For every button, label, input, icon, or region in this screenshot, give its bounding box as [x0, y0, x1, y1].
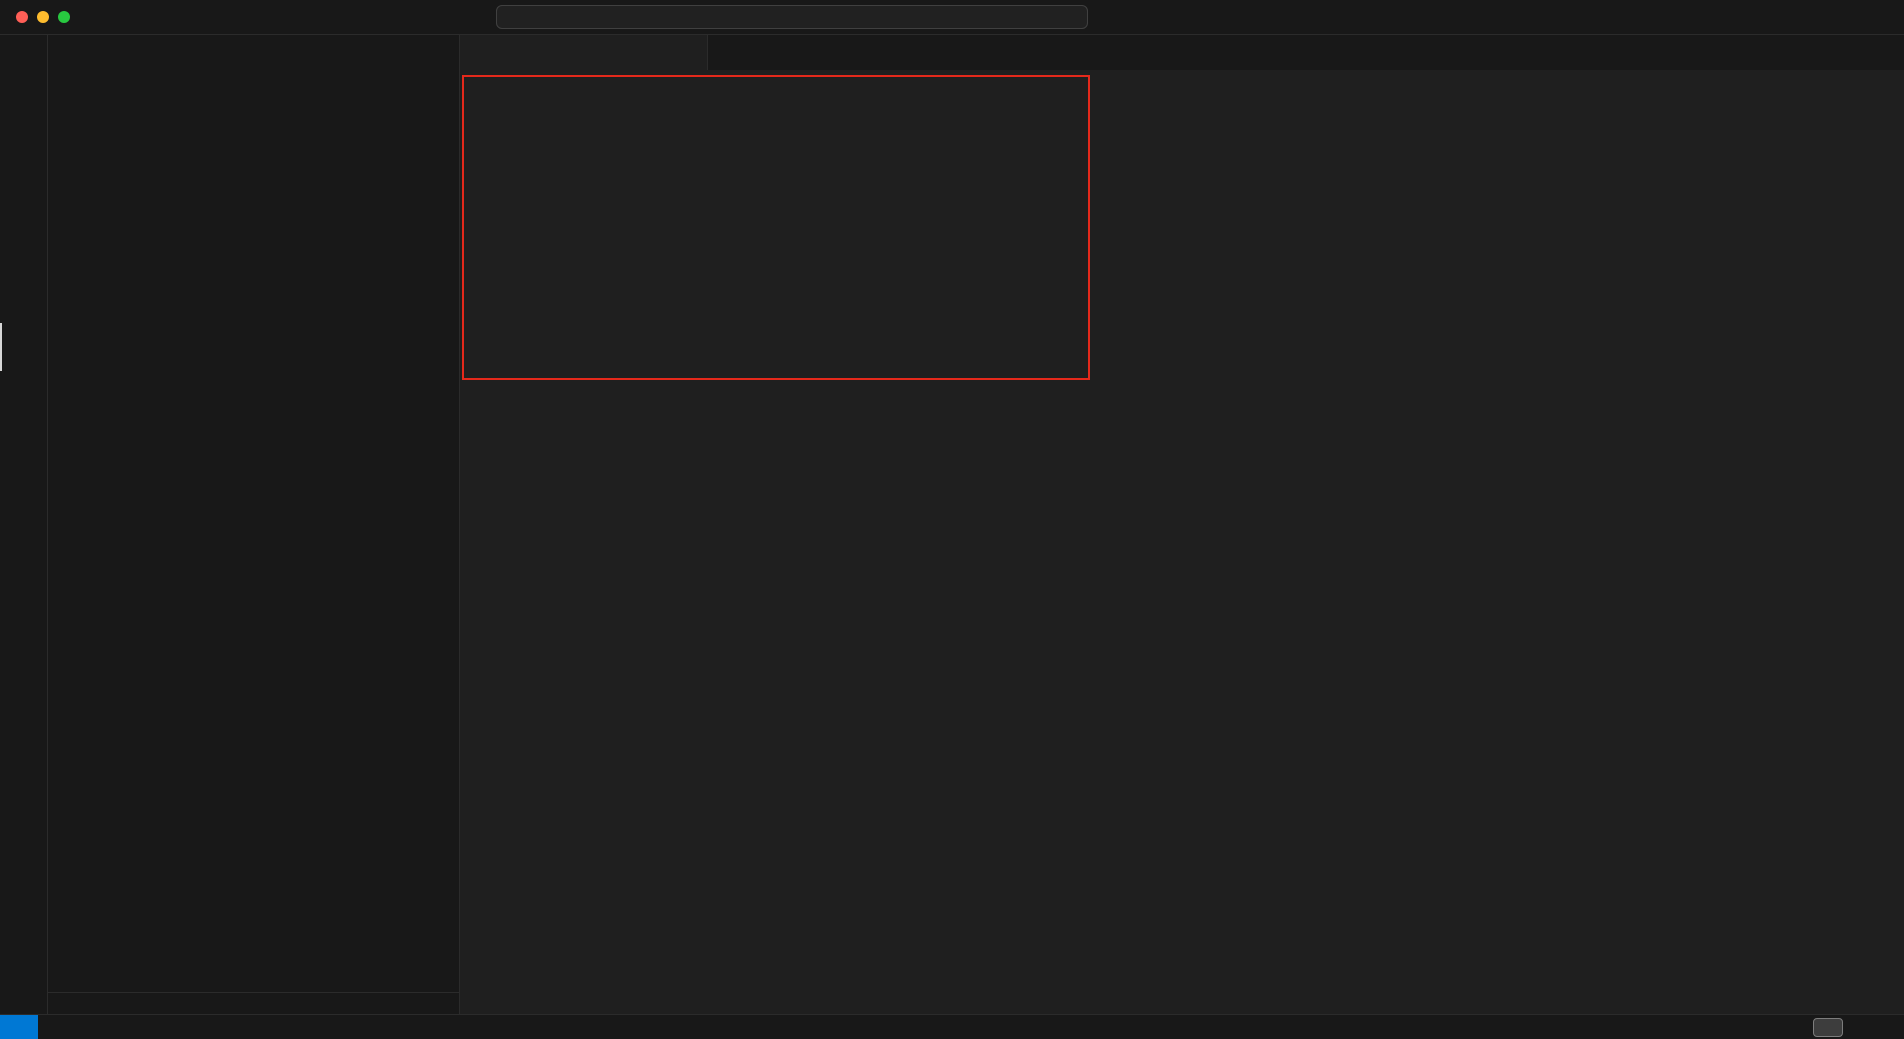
- magnifier-icon: [1822, 1021, 1834, 1033]
- toggle-secondary-sidebar-icon[interactable]: [1874, 9, 1890, 25]
- minimize-window-button[interactable]: [37, 11, 49, 23]
- activity-run-debug-icon[interactable]: [0, 179, 47, 227]
- settings-gear-icon[interactable]: [0, 966, 47, 1014]
- error-icon: [48, 1021, 61, 1034]
- chevron-down-icon: [1118, 12, 1129, 23]
- activity-bar-spacer: [0, 371, 47, 918]
- navigate-forward-icon[interactable]: [464, 8, 480, 24]
- activity-remote-explorer-icon[interactable]: [0, 227, 47, 275]
- activity-explorer-icon[interactable]: [0, 35, 47, 83]
- remote-indicator[interactable]: [0, 1015, 38, 1039]
- sidebar-more-actions-icon[interactable]: [429, 45, 445, 61]
- split-editor-icon[interactable]: [1844, 45, 1860, 61]
- close-window-button[interactable]: [16, 11, 28, 23]
- annotation-red-box: [462, 75, 1090, 380]
- activity-sql-server-icon[interactable]: [0, 323, 47, 371]
- sidebar-sql-server: [48, 35, 460, 1014]
- warning-icon: [69, 1021, 82, 1034]
- search-icon: [783, 11, 796, 24]
- activity-source-control-icon[interactable]: [0, 131, 47, 179]
- status-bar: [0, 1014, 1904, 1039]
- toggle-primary-sidebar-icon[interactable]: [1816, 9, 1832, 25]
- duplicate-icon[interactable]: [431, 73, 447, 89]
- activity-extensions-icon[interactable]: [0, 275, 47, 323]
- accounts-icon[interactable]: [0, 918, 47, 966]
- chevron-right-icon[interactable]: [52, 996, 68, 1012]
- copilot-menu[interactable]: [1098, 8, 1129, 26]
- customize-layout-icon[interactable]: [1787, 9, 1803, 25]
- activity-bar: [0, 35, 48, 1014]
- navigate-back-icon[interactable]: [436, 8, 452, 24]
- zoom-status-item[interactable]: [1813, 1018, 1843, 1037]
- connection-groups-icon[interactable]: [405, 73, 421, 89]
- editor-more-actions-icon[interactable]: [1874, 45, 1890, 61]
- workbench: [0, 35, 1904, 1014]
- maximize-window-button[interactable]: [58, 11, 70, 23]
- notifications-bell-icon[interactable]: [1879, 1020, 1894, 1035]
- editor-group: [460, 35, 1904, 1014]
- toggle-panel-icon[interactable]: [1845, 9, 1861, 25]
- command-center-search[interactable]: [496, 5, 1088, 29]
- tab-object-explorer-filter[interactable]: [460, 35, 708, 70]
- copilot-status-icon[interactable]: [1853, 1019, 1869, 1035]
- query-history-section-header[interactable]: [48, 992, 459, 1014]
- editor-content: [460, 70, 1904, 1014]
- connections-section-header[interactable]: [48, 70, 459, 92]
- copilot-icon: [1098, 8, 1116, 26]
- object-explorer-tree: [48, 92, 459, 992]
- titlebar: [0, 0, 1904, 35]
- remote-icon: [12, 1020, 27, 1035]
- tab-bar: [460, 35, 1904, 70]
- chevron-down-icon[interactable]: [52, 73, 68, 89]
- add-connection-icon[interactable]: [379, 73, 395, 89]
- filter-icon: [472, 45, 487, 60]
- window-controls: [16, 11, 70, 23]
- vscode-window: [0, 0, 1904, 1039]
- close-tab-icon[interactable]: [683, 46, 697, 60]
- problems-status[interactable]: [38, 1021, 86, 1034]
- activity-search-icon[interactable]: [0, 83, 47, 131]
